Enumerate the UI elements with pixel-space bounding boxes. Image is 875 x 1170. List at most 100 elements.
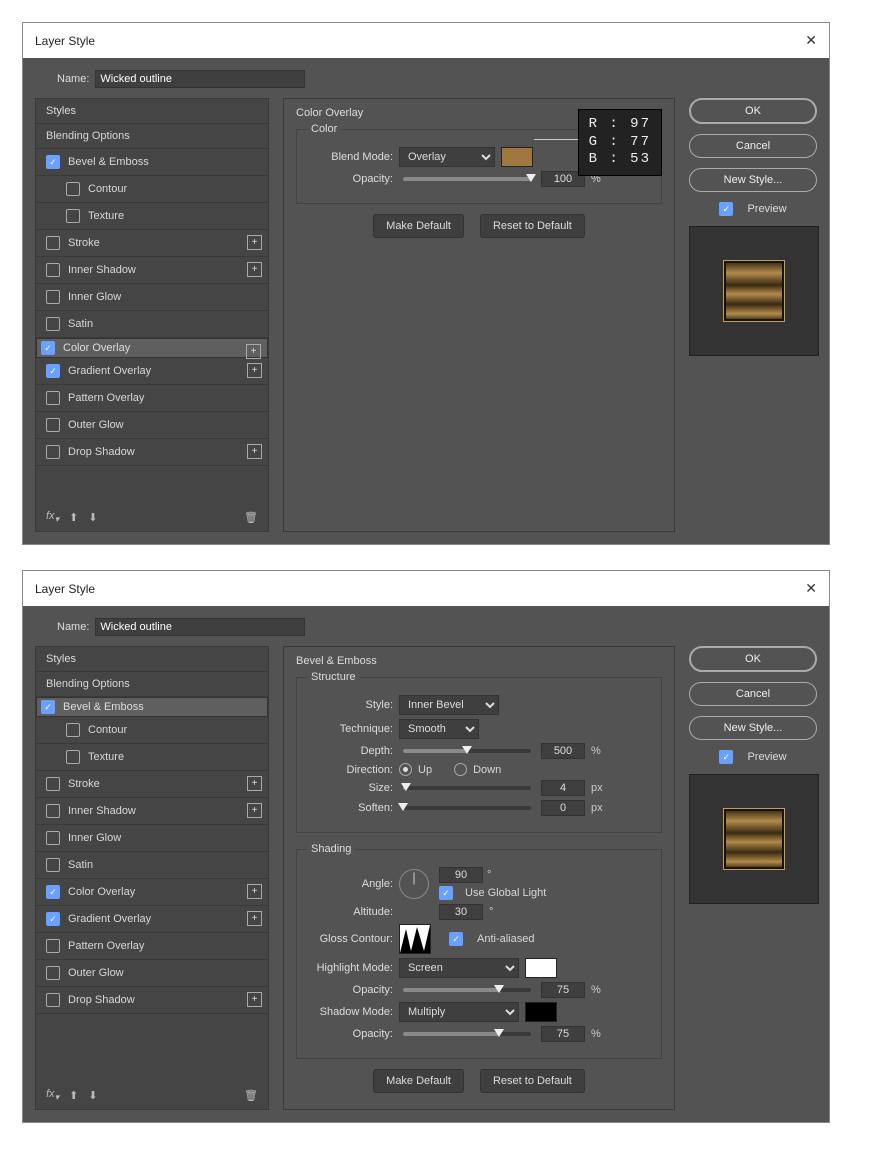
style-checkbox[interactable] [46, 939, 60, 953]
style-item-texture[interactable]: Texture [36, 744, 268, 771]
style-item-gradient-overlay[interactable]: ✓Gradient Overlay+ [36, 358, 268, 385]
shadow-mode-select[interactable]: Multiply [399, 1002, 519, 1022]
new-style-button[interactable]: New Style... [689, 168, 817, 192]
size-slider[interactable] [403, 786, 531, 790]
style-item-color-overlay[interactable]: ✓Color Overlay+ [36, 338, 268, 358]
style-checkbox[interactable] [46, 236, 60, 250]
move-up-icon[interactable]: ⬆ [69, 511, 78, 524]
shadow-color-swatch[interactable] [525, 1002, 557, 1022]
move-down-icon[interactable]: ⬇ [88, 511, 97, 524]
antialias-checkbox[interactable]: ✓ [449, 932, 463, 946]
add-effect-icon[interactable]: + [247, 444, 262, 459]
style-checkbox[interactable] [46, 858, 60, 872]
size-value[interactable] [541, 780, 585, 796]
style-checkbox[interactable] [46, 966, 60, 980]
cancel-button[interactable]: Cancel [689, 134, 817, 158]
style-checkbox[interactable] [46, 418, 60, 432]
style-checkbox[interactable] [46, 993, 60, 1007]
style-checkbox[interactable] [66, 750, 80, 764]
style-item-color-overlay[interactable]: ✓Color Overlay+ [36, 879, 268, 906]
style-checkbox[interactable]: ✓ [46, 364, 60, 378]
add-effect-icon[interactable]: + [247, 262, 262, 277]
preview-checkbox[interactable]: ✓ [719, 750, 733, 764]
style-checkbox[interactable] [46, 391, 60, 405]
style-checkbox[interactable]: ✓ [46, 912, 60, 926]
style-checkbox[interactable] [66, 723, 80, 737]
soften-slider[interactable] [403, 806, 531, 810]
preview-checkbox[interactable]: ✓ [719, 202, 733, 216]
highlight-color-swatch[interactable] [525, 958, 557, 978]
move-down-icon[interactable]: ⬇ [88, 1089, 97, 1102]
angle-dial[interactable] [399, 869, 429, 899]
opacity-slider[interactable] [403, 177, 531, 181]
add-effect-icon[interactable]: + [247, 235, 262, 250]
style-item-drop-shadow[interactable]: Drop Shadow+ [36, 439, 268, 466]
add-effect-icon[interactable]: + [247, 992, 262, 1007]
move-up-icon[interactable]: ⬆ [69, 1089, 78, 1102]
style-item-inner-glow[interactable]: Inner Glow [36, 284, 268, 311]
cancel-button[interactable]: Cancel [689, 682, 817, 706]
style-item-stroke[interactable]: Stroke+ [36, 771, 268, 798]
add-effect-icon[interactable]: + [247, 911, 262, 926]
add-effect-icon[interactable]: + [247, 803, 262, 818]
angle-value[interactable] [439, 867, 483, 883]
depth-slider[interactable] [403, 749, 531, 753]
make-default-button[interactable]: Make Default [373, 1069, 464, 1093]
add-effect-icon[interactable]: + [247, 363, 262, 378]
ok-button[interactable]: OK [689, 98, 817, 124]
direction-down-radio[interactable] [454, 763, 467, 776]
style-checkbox[interactable] [46, 831, 60, 845]
use-global-light-checkbox[interactable]: ✓ [439, 886, 453, 900]
highlight-opacity-value[interactable] [541, 982, 585, 998]
direction-up-radio[interactable] [399, 763, 412, 776]
close-icon[interactable]: ✕ [805, 580, 817, 597]
style-item-pattern-overlay[interactable]: Pattern Overlay [36, 385, 268, 412]
close-icon[interactable]: ✕ [805, 32, 817, 49]
reset-default-button[interactable]: Reset to Default [480, 1069, 585, 1093]
shadow-opacity-slider[interactable] [403, 1032, 531, 1036]
style-checkbox[interactable] [66, 182, 80, 196]
style-item-contour[interactable]: Contour [36, 176, 268, 203]
name-input[interactable] [95, 70, 305, 88]
add-effect-icon[interactable]: + [247, 884, 262, 899]
altitude-value[interactable] [439, 904, 483, 920]
reset-default-button[interactable]: Reset to Default [480, 214, 585, 238]
fx-icon[interactable]: fx▾ [46, 1088, 59, 1103]
highlight-mode-select[interactable]: Screen [399, 958, 519, 978]
style-item-satin[interactable]: Satin [36, 852, 268, 879]
style-item-stroke[interactable]: Stroke+ [36, 230, 268, 257]
shadow-opacity-value[interactable] [541, 1026, 585, 1042]
style-item-inner-shadow[interactable]: Inner Shadow+ [36, 798, 268, 825]
style-checkbox[interactable]: ✓ [46, 155, 60, 169]
style-item-bevel-emboss[interactable]: ✓Bevel & Emboss [36, 149, 268, 176]
add-effect-icon[interactable]: + [247, 776, 262, 791]
style-checkbox[interactable]: ✓ [46, 885, 60, 899]
style-checkbox[interactable] [46, 804, 60, 818]
style-select[interactable]: Inner Bevel [399, 695, 499, 715]
style-item-outer-glow[interactable]: Outer Glow [36, 412, 268, 439]
highlight-opacity-slider[interactable] [403, 988, 531, 992]
name-input[interactable] [95, 618, 305, 636]
style-item-bevel-emboss[interactable]: ✓Bevel & Emboss [36, 697, 268, 717]
ok-button[interactable]: OK [689, 646, 817, 672]
style-item-outer-glow[interactable]: Outer Glow [36, 960, 268, 987]
style-item-inner-glow[interactable]: Inner Glow [36, 825, 268, 852]
new-style-button[interactable]: New Style... [689, 716, 817, 740]
style-checkbox[interactable] [46, 317, 60, 331]
style-item-drop-shadow[interactable]: Drop Shadow+ [36, 987, 268, 1014]
style-item-satin[interactable]: Satin [36, 311, 268, 338]
style-checkbox[interactable] [46, 445, 60, 459]
style-item-blending-options[interactable]: Blending Options [36, 672, 268, 697]
color-swatch[interactable] [501, 147, 533, 167]
style-checkbox[interactable]: ✓ [41, 700, 55, 714]
soften-value[interactable] [541, 800, 585, 816]
trash-icon[interactable]: 🗑 [244, 1089, 258, 1102]
style-checkbox[interactable]: ✓ [41, 341, 55, 355]
style-checkbox[interactable] [46, 263, 60, 277]
fx-icon[interactable]: fx▾ [46, 510, 59, 525]
style-item-gradient-overlay[interactable]: ✓Gradient Overlay+ [36, 906, 268, 933]
style-item-inner-shadow[interactable]: Inner Shadow+ [36, 257, 268, 284]
blend-mode-select[interactable]: Overlay [399, 147, 495, 167]
add-effect-icon[interactable]: + [246, 344, 261, 359]
gloss-contour-picker[interactable] [399, 924, 431, 954]
